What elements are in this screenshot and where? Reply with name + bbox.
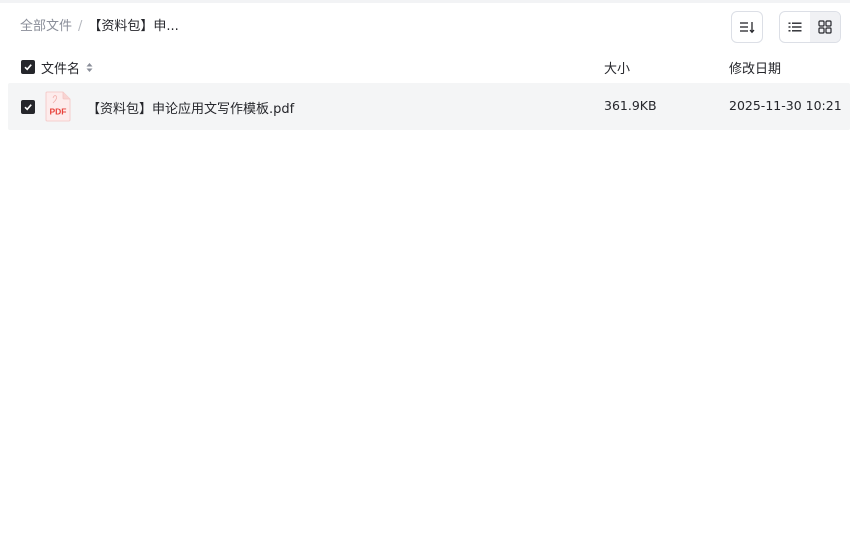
breadcrumb: 全部文件 / 【资料包】申... <box>20 18 179 36</box>
list-view-icon <box>788 22 802 32</box>
check-icon <box>24 104 32 111</box>
check-icon <box>24 64 32 71</box>
file-name-link[interactable]: 【资料包】申论应用文写作模板.pdf <box>87 98 294 117</box>
top-divider <box>0 0 850 3</box>
grid-view-icon <box>818 20 832 34</box>
list-view-button[interactable] <box>780 12 810 42</box>
sort-toggle-icon <box>86 63 93 72</box>
column-header-size[interactable]: 大小 <box>604 58 630 77</box>
view-toggle-group <box>779 11 841 43</box>
breadcrumb-separator: / <box>78 19 83 34</box>
table-row[interactable]: PDF 【资料包】申论应用文写作模板.pdf 361.9KB 2025-11-3… <box>8 83 850 130</box>
sort-button[interactable] <box>731 11 763 43</box>
file-modified-date: 2025-11-30 10:21 <box>729 98 842 113</box>
select-all-checkbox[interactable] <box>21 60 35 74</box>
column-header-modified[interactable]: 修改日期 <box>729 58 781 77</box>
pdf-file-icon: PDF <box>45 91 71 122</box>
breadcrumb-current: 【资料包】申... <box>88 19 179 34</box>
column-header-name-label: 文件名 <box>41 62 81 77</box>
column-header-name[interactable]: 文件名 <box>41 58 93 77</box>
grid-view-button[interactable] <box>810 12 840 42</box>
file-size: 361.9KB <box>604 98 657 113</box>
pdf-icon-label: PDF <box>50 107 67 117</box>
breadcrumb-root-link[interactable]: 全部文件 <box>20 18 72 36</box>
row-checkbox[interactable] <box>21 100 35 114</box>
sort-lines-icon <box>740 22 755 34</box>
table-header: 文件名 大小 修改日期 <box>8 55 850 79</box>
